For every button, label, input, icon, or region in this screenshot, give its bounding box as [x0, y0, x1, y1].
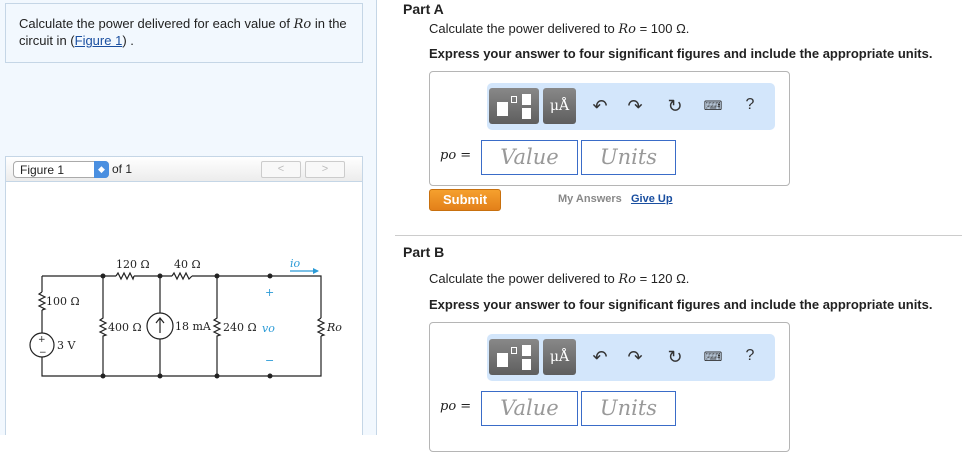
right-panel: Part A Calculate the power delivered to …	[395, 0, 962, 452]
math-toolbar: μÅ ↶ ↷ ↻ ⌨ ?	[487, 83, 775, 130]
part-b-answer-box: μÅ ↶ ↷ ↻ ⌨ ? po = Value Units	[429, 322, 790, 452]
po-label: po =	[440, 148, 472, 163]
redo-icon[interactable]: ↷	[623, 347, 647, 368]
vo-plus: +	[265, 286, 274, 299]
redo-icon[interactable]: ↷	[623, 96, 647, 117]
problem-statement: Calculate the power delivered for each v…	[5, 3, 363, 63]
q-text: = 120 Ω.	[635, 271, 690, 286]
part-a-question: Calculate the power delivered to Ro = 10…	[429, 21, 689, 37]
part-b-instructions: Express your answer to four significant …	[429, 297, 933, 312]
po-label: po =	[440, 399, 472, 414]
keyboard-icon[interactable]: ⌨	[701, 349, 725, 365]
vo-minus: −	[265, 354, 274, 367]
my-answers-link[interactable]: My Answers	[558, 193, 622, 205]
figure-select[interactable]: Figure 1 ◆	[13, 161, 109, 178]
circuit-diagram: 120 Ω 40 Ω 100 Ω 400 Ω 18 mA 240 Ω Ro 3 …	[29, 257, 342, 379]
prev-figure-button[interactable]: <	[261, 161, 301, 178]
reset-icon[interactable]: ↻	[663, 347, 687, 368]
units-button[interactable]: μÅ	[543, 88, 576, 124]
help-icon[interactable]: ?	[738, 347, 762, 365]
q-text: Calculate the power delivered to	[429, 21, 619, 36]
figure-nav-bar: Figure 1 ◆ of 1 < >	[5, 156, 363, 182]
figure-count: of 1	[112, 162, 133, 176]
source-plus: +	[38, 335, 46, 345]
give-up-link[interactable]: Give Up	[631, 193, 673, 205]
templates-button[interactable]	[489, 88, 539, 124]
label-ro: Ro	[326, 321, 342, 334]
label-18ma: 18 mA	[175, 320, 212, 333]
label-40-ohm: 40 Ω	[174, 258, 201, 271]
label-vo: vo	[262, 322, 275, 335]
templates-button[interactable]	[489, 339, 539, 375]
part-a-title: Part A	[403, 1, 444, 17]
undo-icon[interactable]: ↶	[588, 347, 612, 368]
ro-var: Ro	[618, 22, 636, 37]
q-text: = 100 Ω.	[635, 21, 690, 36]
part-a-answer-box: μÅ ↶ ↷ ↻ ⌨ ? po = Value Units	[429, 71, 790, 186]
problem-text: ) .	[122, 33, 134, 48]
label-100-ohm: 100 Ω	[46, 295, 80, 308]
units-input[interactable]: Units	[581, 140, 676, 175]
part-b-title: Part B	[403, 244, 445, 260]
submit-button[interactable]: Submit	[429, 189, 501, 211]
units-button[interactable]: μÅ	[543, 339, 576, 375]
next-figure-button[interactable]: >	[305, 161, 345, 178]
figure-link[interactable]: Figure 1	[75, 33, 123, 48]
figure-select-value: Figure 1	[20, 163, 65, 177]
part-a-instructions: Express your answer to four significant …	[429, 46, 933, 61]
divider	[395, 235, 962, 236]
part-b-question: Calculate the power delivered to Ro = 12…	[429, 271, 689, 287]
value-input[interactable]: Value	[481, 391, 578, 426]
answer-links: My Answers Give Up	[558, 193, 673, 205]
label-io: io	[290, 257, 301, 270]
ro-var: Ro	[618, 272, 636, 287]
label-400-ohm: 400 Ω	[108, 321, 142, 334]
units-input[interactable]: Units	[581, 391, 676, 426]
math-toolbar: μÅ ↶ ↷ ↻ ⌨ ?	[487, 334, 775, 381]
problem-text: Calculate the power delivered for each v…	[19, 16, 294, 31]
label-3v: 3 V	[57, 339, 76, 352]
source-minus: −	[39, 348, 47, 358]
reset-icon[interactable]: ↻	[663, 96, 687, 117]
select-arrows-icon: ◆	[94, 161, 109, 178]
undo-icon[interactable]: ↶	[588, 96, 612, 117]
label-120-ohm: 120 Ω	[116, 258, 150, 271]
keyboard-icon[interactable]: ⌨	[701, 98, 725, 114]
value-input[interactable]: Value	[481, 140, 578, 175]
left-panel: Calculate the power delivered for each v…	[0, 0, 377, 435]
label-240-ohm: 240 Ω	[223, 321, 257, 334]
help-icon[interactable]: ?	[738, 96, 762, 114]
ro-var: Ro	[293, 17, 312, 32]
q-text: Calculate the power delivered to	[429, 271, 619, 286]
